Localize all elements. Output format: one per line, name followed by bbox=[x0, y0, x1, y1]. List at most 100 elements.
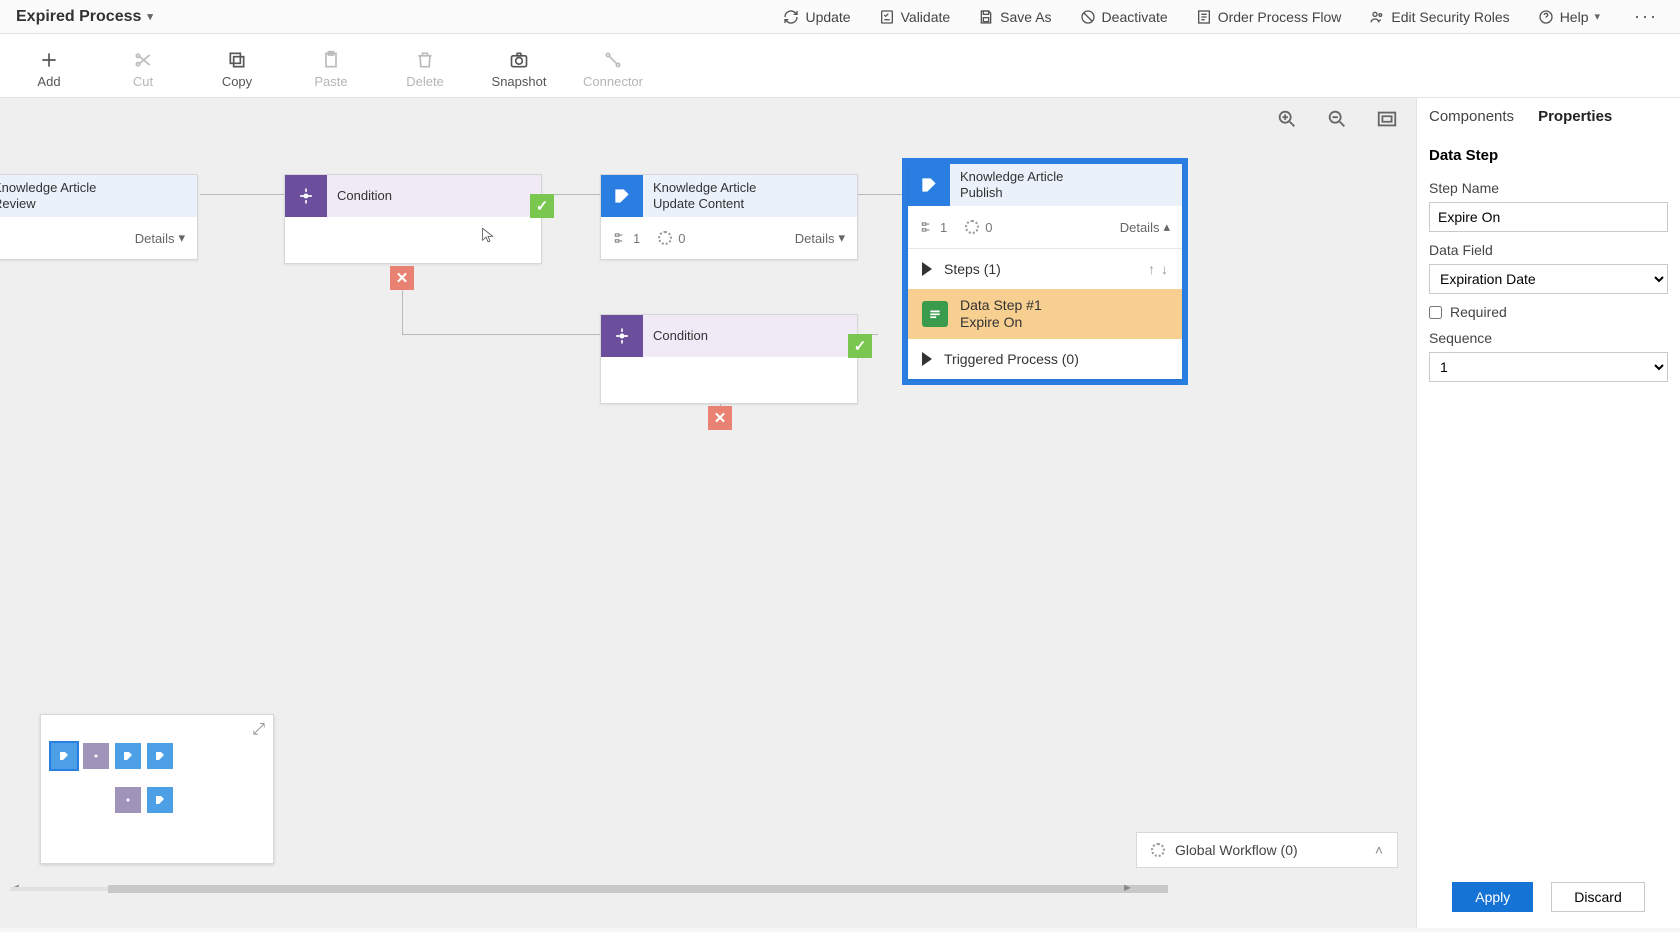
condition-true-badge: ✓ bbox=[530, 194, 554, 218]
stage-update-content[interactable]: Knowledge Article Update Content 1 0 Det… bbox=[600, 174, 858, 260]
minimap-node[interactable] bbox=[147, 743, 173, 769]
chevron-down-icon: ▾ bbox=[838, 230, 845, 246]
roles-icon bbox=[1369, 9, 1385, 25]
fit-to-screen-icon[interactable] bbox=[1376, 108, 1398, 130]
condition-icon bbox=[285, 175, 327, 217]
delete-button[interactable]: Delete bbox=[396, 50, 454, 89]
condition-title: Condition bbox=[337, 188, 531, 204]
help-icon bbox=[1538, 9, 1554, 25]
details-toggle[interactable]: Details▾ bbox=[135, 230, 185, 246]
zoom-out-icon[interactable] bbox=[1326, 108, 1348, 130]
minimap-node[interactable] bbox=[147, 787, 173, 813]
paste-icon bbox=[321, 50, 341, 70]
process-canvas[interactable]: Knowledge Article Review 0 Details▾ Cond… bbox=[0, 98, 1416, 928]
cut-button[interactable]: Cut bbox=[114, 50, 172, 89]
scroll-thumb[interactable] bbox=[108, 885, 1168, 893]
spinner-icon bbox=[1151, 843, 1165, 857]
condition-true-badge: ✓ bbox=[848, 334, 872, 358]
condition-false-badge: ✕ bbox=[390, 266, 414, 290]
condition-node-1[interactable]: Condition bbox=[284, 174, 542, 264]
ribbon-toolbar: Add Cut Copy Paste Delete Snapshot Conne… bbox=[0, 34, 1680, 98]
add-button[interactable]: Add bbox=[20, 50, 78, 89]
stage-review[interactable]: Knowledge Article Review 0 Details▾ bbox=[0, 174, 198, 260]
stage-icon bbox=[908, 164, 950, 206]
tab-components[interactable]: Components bbox=[1429, 108, 1514, 129]
required-checkbox[interactable]: Required bbox=[1429, 304, 1668, 320]
condition-icon bbox=[601, 315, 643, 357]
process-title-dropdown[interactable]: Expired Process ▾ bbox=[16, 8, 153, 26]
plus-icon bbox=[39, 50, 59, 70]
sequence-label: Sequence bbox=[1429, 330, 1668, 346]
connector-button[interactable]: Connector bbox=[584, 50, 642, 89]
checklist-icon bbox=[879, 9, 895, 25]
global-workflow-bar[interactable]: Global Workflow (0) ˄ bbox=[1136, 832, 1398, 868]
required-checkbox-input[interactable] bbox=[1429, 306, 1442, 319]
minimap[interactable]: ⤢ bbox=[40, 714, 274, 864]
order-process-flow-button[interactable]: Order Process Flow bbox=[1196, 9, 1342, 25]
stage-publish-selected[interactable]: Knowledge Article Publish 1 0 Details▴ S… bbox=[902, 158, 1188, 385]
refresh-icon bbox=[783, 9, 799, 25]
edit-security-roles-button[interactable]: Edit Security Roles bbox=[1369, 9, 1509, 25]
chevron-up-icon: ˄ bbox=[1375, 842, 1383, 858]
triggered-process-row[interactable]: Triggered Process (0) bbox=[908, 339, 1182, 379]
deactivate-icon bbox=[1080, 9, 1096, 25]
step-name-label: Step Name bbox=[1429, 180, 1668, 196]
data-step-icon bbox=[922, 301, 948, 327]
zoom-in-icon[interactable] bbox=[1276, 108, 1298, 130]
apply-button[interactable]: Apply bbox=[1452, 882, 1533, 912]
paste-button[interactable]: Paste bbox=[302, 50, 360, 89]
expand-triangle-icon bbox=[922, 262, 932, 276]
expand-triangle-icon bbox=[922, 352, 932, 366]
data-field-label: Data Field bbox=[1429, 242, 1668, 258]
scroll-right-arrow[interactable]: ► bbox=[1122, 882, 1136, 896]
update-button[interactable]: Update bbox=[783, 9, 850, 25]
stage-subtitle: Update Content bbox=[653, 196, 847, 212]
chevron-down-icon: ▾ bbox=[1594, 10, 1600, 23]
data-step-row[interactable]: Data Step #1 Expire On bbox=[908, 289, 1182, 339]
move-down-icon[interactable]: ↓ bbox=[1161, 261, 1168, 277]
spinner-icon bbox=[658, 231, 672, 245]
minimap-node[interactable] bbox=[51, 743, 77, 769]
spinner-icon bbox=[965, 220, 979, 234]
copy-icon bbox=[227, 50, 247, 70]
stage-title: Knowledge Article bbox=[653, 180, 847, 196]
copy-button[interactable]: Copy bbox=[208, 50, 266, 89]
condition-node-2[interactable]: Condition bbox=[600, 314, 858, 404]
stage-title: Knowledge Article bbox=[960, 169, 1172, 185]
expand-minimap-icon[interactable]: ⤢ bbox=[252, 721, 265, 739]
more-commands-button[interactable]: ··· bbox=[1628, 6, 1664, 27]
panel-title: Data Step bbox=[1429, 147, 1668, 164]
validate-button[interactable]: Validate bbox=[879, 9, 951, 25]
condition-false-badge: ✕ bbox=[708, 406, 732, 430]
discard-button[interactable]: Discard bbox=[1551, 882, 1644, 912]
snapshot-button[interactable]: Snapshot bbox=[490, 50, 548, 89]
details-toggle[interactable]: Details▾ bbox=[795, 230, 845, 246]
minimap-node[interactable] bbox=[83, 743, 109, 769]
chevron-up-icon: ▴ bbox=[1163, 219, 1170, 235]
scissors-icon bbox=[133, 50, 153, 70]
sequence-select[interactable]: 1 bbox=[1429, 352, 1668, 382]
stage-subtitle: Review bbox=[0, 196, 187, 212]
steps-icon bbox=[920, 220, 934, 234]
trash-icon bbox=[415, 50, 435, 70]
steps-header-row[interactable]: Steps (1) ↑↓ bbox=[908, 249, 1182, 289]
deactivate-button[interactable]: Deactivate bbox=[1080, 9, 1168, 25]
save-icon bbox=[978, 9, 994, 25]
stage-icon bbox=[601, 175, 643, 217]
steps-icon bbox=[613, 231, 627, 245]
save-as-button[interactable]: Save As bbox=[978, 9, 1051, 25]
tab-properties[interactable]: Properties bbox=[1538, 108, 1612, 129]
properties-panel: Components Properties Data Step Step Nam… bbox=[1416, 98, 1680, 928]
process-title-text: Expired Process bbox=[16, 8, 141, 26]
move-up-icon[interactable]: ↑ bbox=[1148, 261, 1155, 277]
data-field-select[interactable]: Expiration Date bbox=[1429, 264, 1668, 294]
camera-icon bbox=[509, 50, 529, 70]
step-name-input[interactable] bbox=[1429, 202, 1668, 232]
minimap-node[interactable] bbox=[115, 787, 141, 813]
horizontal-scrollbar[interactable]: ◄ ► bbox=[10, 882, 1136, 896]
minimap-node[interactable] bbox=[115, 743, 141, 769]
details-toggle[interactable]: Details▴ bbox=[1120, 219, 1170, 235]
chevron-down-icon: ▾ bbox=[178, 230, 185, 246]
chevron-down-icon: ▾ bbox=[147, 10, 153, 23]
help-button[interactable]: Help ▾ bbox=[1538, 9, 1600, 25]
